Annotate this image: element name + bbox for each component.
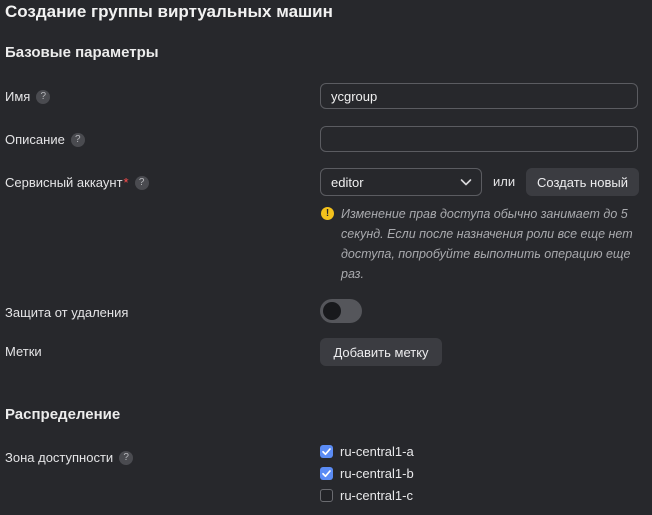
required-mark: * bbox=[123, 175, 129, 190]
deletion-protection-label: Защита от удаления bbox=[5, 305, 129, 320]
add-label-button[interactable]: Добавить метку bbox=[320, 338, 442, 366]
zone-option-c[interactable]: ru-central1-c bbox=[320, 488, 413, 503]
description-label: Описание bbox=[5, 132, 65, 147]
checkbox-checked[interactable] bbox=[320, 467, 333, 480]
vm-group-create-form: Создание группы виртуальных машин Базовы… bbox=[0, 0, 652, 515]
description-label-row: Описание ? bbox=[5, 132, 85, 147]
zone-label-row: Зона доступности ? bbox=[5, 450, 134, 465]
zone-name: ru-central1-c bbox=[340, 488, 413, 503]
service-account-selected-value: editor bbox=[331, 174, 364, 190]
zone-option-a[interactable]: ru-central1-a bbox=[320, 444, 414, 459]
section-heading-base: Базовые параметры bbox=[5, 44, 159, 61]
checkbox-checked[interactable] bbox=[320, 445, 333, 458]
name-input[interactable] bbox=[320, 83, 638, 109]
service-account-select[interactable]: editor bbox=[320, 168, 482, 196]
zone-label: Зона доступности bbox=[5, 450, 114, 465]
service-account-label: Сервисный аккаунт bbox=[5, 175, 123, 190]
check-icon bbox=[322, 448, 331, 456]
deletion-protection-toggle[interactable] bbox=[320, 299, 362, 323]
labels-label: Метки bbox=[5, 344, 42, 359]
zone-name: ru-central1-a bbox=[340, 444, 414, 459]
section-heading-distribution: Распределение bbox=[5, 406, 121, 423]
service-account-label-row: Сервисный аккаунт * ? bbox=[5, 175, 149, 190]
chevron-down-icon bbox=[460, 179, 472, 186]
zone-name: ru-central1-b bbox=[340, 466, 414, 481]
toggle-knob bbox=[323, 302, 341, 320]
help-icon[interactable]: ? bbox=[70, 132, 85, 147]
help-icon[interactable]: ? bbox=[36, 89, 51, 104]
name-label-row: Имя ? bbox=[5, 89, 51, 104]
help-icon[interactable]: ? bbox=[119, 450, 134, 465]
name-label: Имя bbox=[5, 89, 31, 104]
warning-icon: ! bbox=[321, 207, 334, 220]
access-hint-text: Изменение прав доступа обычно занимает д… bbox=[341, 207, 633, 281]
check-icon bbox=[322, 470, 331, 478]
checkbox-unchecked[interactable] bbox=[320, 489, 333, 502]
or-text: или bbox=[493, 174, 516, 189]
help-icon[interactable]: ? bbox=[134, 175, 149, 190]
create-service-account-button[interactable]: Создать новый bbox=[526, 168, 639, 196]
zone-option-b[interactable]: ru-central1-b bbox=[320, 466, 414, 481]
page-title: Создание группы виртуальных машин bbox=[5, 2, 333, 21]
description-input[interactable] bbox=[320, 126, 638, 152]
